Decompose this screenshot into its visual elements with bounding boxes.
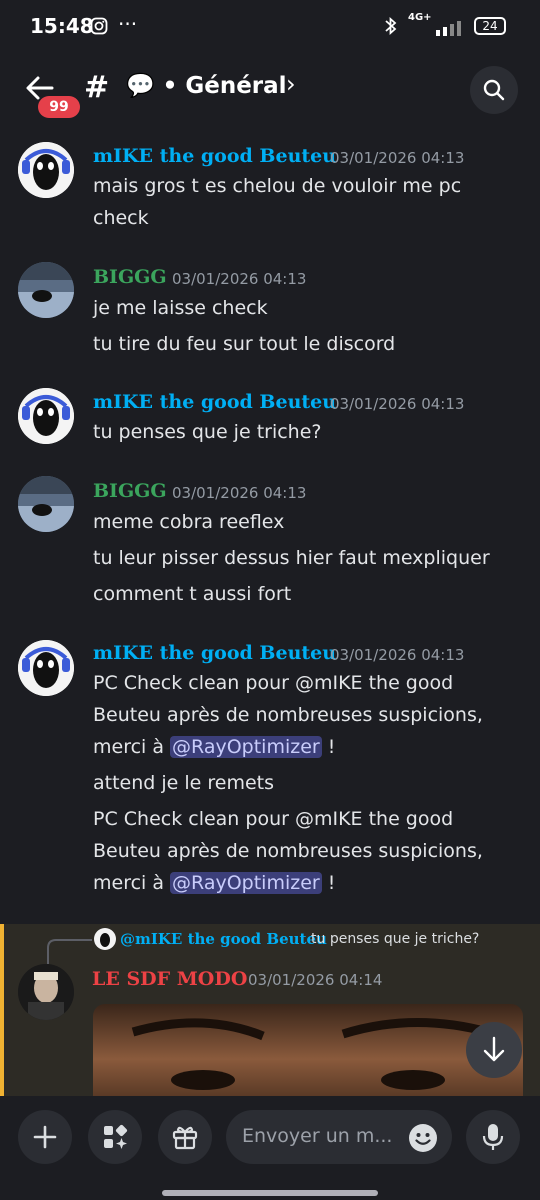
- reply-avatar-icon: [94, 928, 116, 950]
- message-timestamp: 03/01/2026 04:13: [330, 646, 465, 664]
- plus-icon: [33, 1125, 57, 1149]
- message-author[interactable]: mIKE the good Beuteu: [93, 145, 336, 167]
- message-line: Beuteu après de nombreuses suspicions,: [93, 704, 483, 726]
- message-line: Beuteu après de nombreuses suspicions,: [93, 840, 483, 862]
- message-text: merci à: [93, 872, 171, 894]
- home-indicator: [162, 1190, 378, 1196]
- more-notifications-icon: ···: [118, 12, 138, 36]
- avatar-sdf[interactable]: [18, 964, 74, 1020]
- unread-badge: 99: [38, 96, 80, 118]
- message-input-placeholder: Envoyer un m...: [242, 1125, 393, 1147]
- message-line: meme cobra reeflex: [93, 511, 285, 533]
- gift-icon: [172, 1126, 198, 1150]
- avatar-biggg[interactable]: [18, 262, 74, 318]
- search-button[interactable]: [470, 66, 518, 114]
- channel-header: # 💬 • Général ›: [0, 56, 540, 126]
- highlighted-reply-message[interactable]: @mIKE the good Beuteu tu penses que je t…: [0, 924, 540, 1096]
- message-timestamp: 03/01/2026 04:13: [172, 270, 307, 288]
- message-author[interactable]: mIKE the good Beuteu: [93, 642, 336, 664]
- message-line: comment t aussi fort: [93, 583, 292, 605]
- status-time: 15:48: [30, 14, 94, 38]
- biggg-avatar-icon: [18, 476, 74, 532]
- emoji-icon[interactable]: [408, 1123, 438, 1153]
- message-line: attend je le remets: [93, 772, 275, 794]
- avatar-mike[interactable]: [18, 640, 74, 696]
- reply-ref-author[interactable]: @mIKE the good Beuteu: [120, 930, 327, 948]
- status-bar: 15:48 ··· 4G+ 24: [0, 0, 540, 56]
- message-line: merci à @RayOptimizer !: [93, 731, 335, 763]
- signal-icon: [436, 21, 461, 36]
- mike-avatar-icon: [18, 388, 74, 444]
- message-author[interactable]: BIGGG: [93, 480, 167, 502]
- search-icon: [483, 79, 505, 101]
- message-line: check: [93, 207, 149, 229]
- apps-icon: [104, 1124, 128, 1149]
- message-line: mais gros t es chelou de vouloir me pc: [93, 175, 462, 197]
- channel-hash-icon: #: [84, 70, 110, 105]
- message-timestamp: 03/01/2026 04:13: [330, 395, 465, 413]
- message-text: !: [321, 736, 336, 758]
- user-mention[interactable]: @RayOptimizer: [170, 736, 322, 758]
- user-mention[interactable]: @RayOptimizer: [170, 872, 322, 894]
- battery-icon: 24: [474, 17, 506, 35]
- reply-ref-text[interactable]: tu penses que je triche?: [311, 931, 479, 947]
- message-author[interactable]: BIGGG: [93, 266, 167, 288]
- gift-button[interactable]: [158, 1110, 212, 1164]
- message-author[interactable]: LE SDF MODO: [92, 968, 247, 990]
- instagram-icon: [90, 17, 108, 35]
- message-line: tu penses que je triche?: [93, 421, 322, 443]
- microphone-icon: [482, 1124, 504, 1150]
- sdf-avatar-icon: [18, 964, 74, 1020]
- message-line: merci à @RayOptimizer !: [93, 867, 335, 899]
- message-line: je me laisse check: [93, 297, 268, 319]
- message-timestamp: 03/01/2026 04:13: [172, 484, 307, 502]
- message-timestamp: 03/01/2026 04:14: [248, 971, 383, 989]
- message-line: tu leur pisser dessus hier faut mexpliqu…: [93, 547, 490, 569]
- message-author[interactable]: mIKE the good Beuteu: [93, 391, 336, 413]
- message-line: PC Check clean pour @mIKE the good: [93, 672, 454, 694]
- add-attachment-button[interactable]: [18, 1110, 72, 1164]
- attached-image[interactable]: [93, 1004, 523, 1096]
- apps-button[interactable]: [88, 1110, 142, 1164]
- message-line: tu tire du feu sur tout le discord: [93, 333, 396, 355]
- arrow-down-icon: [483, 1036, 505, 1062]
- mike-avatar-icon: [18, 142, 74, 198]
- message-line: PC Check clean pour @mIKE the good: [93, 808, 454, 830]
- mike-avatar-icon: [18, 640, 74, 696]
- battery-level: 24: [482, 19, 498, 33]
- message-input[interactable]: Envoyer un m...: [226, 1110, 452, 1164]
- avatar-biggg[interactable]: [18, 476, 74, 532]
- face-image: [131, 1017, 490, 1090]
- bluetooth-icon: [385, 16, 397, 36]
- message-text: !: [321, 872, 336, 894]
- avatar-mike[interactable]: [18, 142, 74, 198]
- network-type: 4G+: [408, 12, 432, 23]
- message-timestamp: 03/01/2026 04:13: [330, 149, 465, 167]
- avatar-mike[interactable]: [18, 388, 74, 444]
- voice-message-button[interactable]: [466, 1110, 520, 1164]
- reply-connector: [47, 939, 92, 964]
- channel-name: 💬 • Général: [126, 73, 287, 99]
- message-text: merci à: [93, 736, 171, 758]
- chevron-right-icon: ›: [286, 70, 296, 98]
- scroll-to-bottom-button[interactable]: [466, 1022, 522, 1078]
- biggg-avatar-icon: [18, 262, 74, 318]
